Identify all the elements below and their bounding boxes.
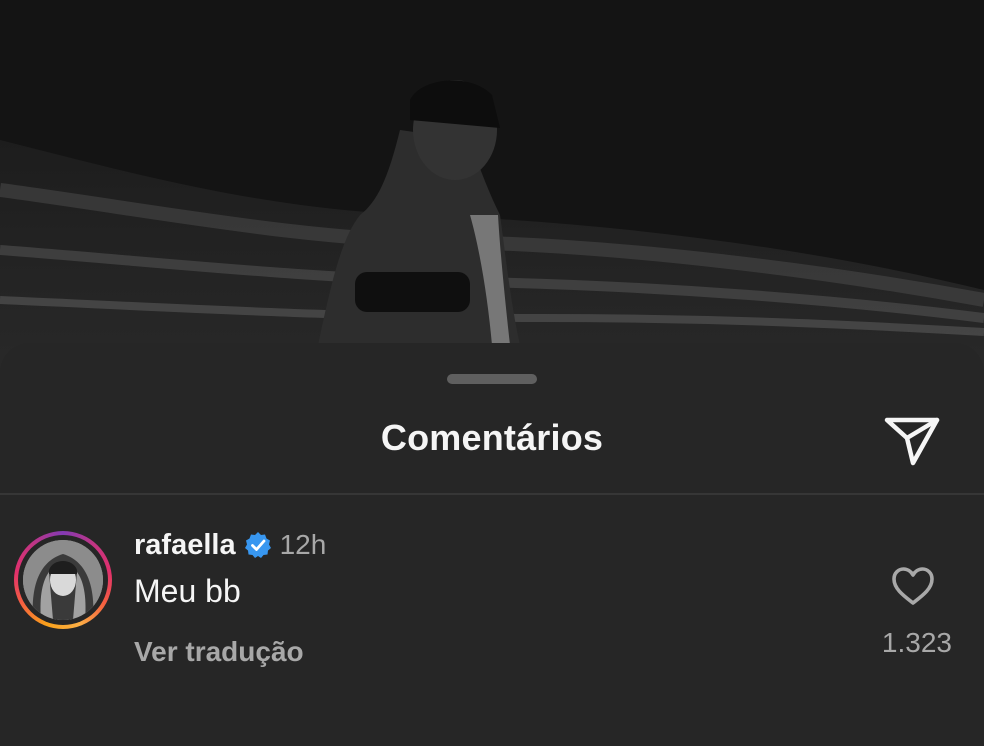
comment-meta: rafaella 12h xyxy=(134,525,326,565)
beach-photo xyxy=(0,0,984,400)
comment-username[interactable]: rafaella xyxy=(134,529,236,562)
avatar xyxy=(23,540,103,620)
comment-item: rafaella 12h Meu bb Ver tradução 1.323 xyxy=(0,495,984,695)
paper-plane-icon xyxy=(884,417,940,466)
comment-timestamp: 12h xyxy=(279,529,327,560)
see-translation-link[interactable]: Ver tradução xyxy=(134,636,326,668)
post-photo-background xyxy=(0,0,984,400)
comments-sheet: Comentários rafaella 12h Meu bb Ver trad… xyxy=(0,343,984,746)
like-count: 1.323 xyxy=(881,627,952,658)
avatar-photo xyxy=(23,540,103,620)
comment-body: rafaella 12h Meu bb Ver tradução xyxy=(134,525,326,668)
comment-text: Meu bb xyxy=(134,573,241,609)
heart-icon xyxy=(892,567,934,605)
sheet-title: Comentários xyxy=(380,417,604,458)
verified-badge-icon xyxy=(244,531,272,559)
like-button[interactable] xyxy=(890,565,936,607)
sheet-drag-handle[interactable] xyxy=(447,374,537,384)
instagram-comments-screen: Comentários rafaella 12h Meu bb Ver trad… xyxy=(0,0,984,746)
avatar-story-ring[interactable] xyxy=(14,531,112,629)
share-button[interactable] xyxy=(882,413,942,467)
